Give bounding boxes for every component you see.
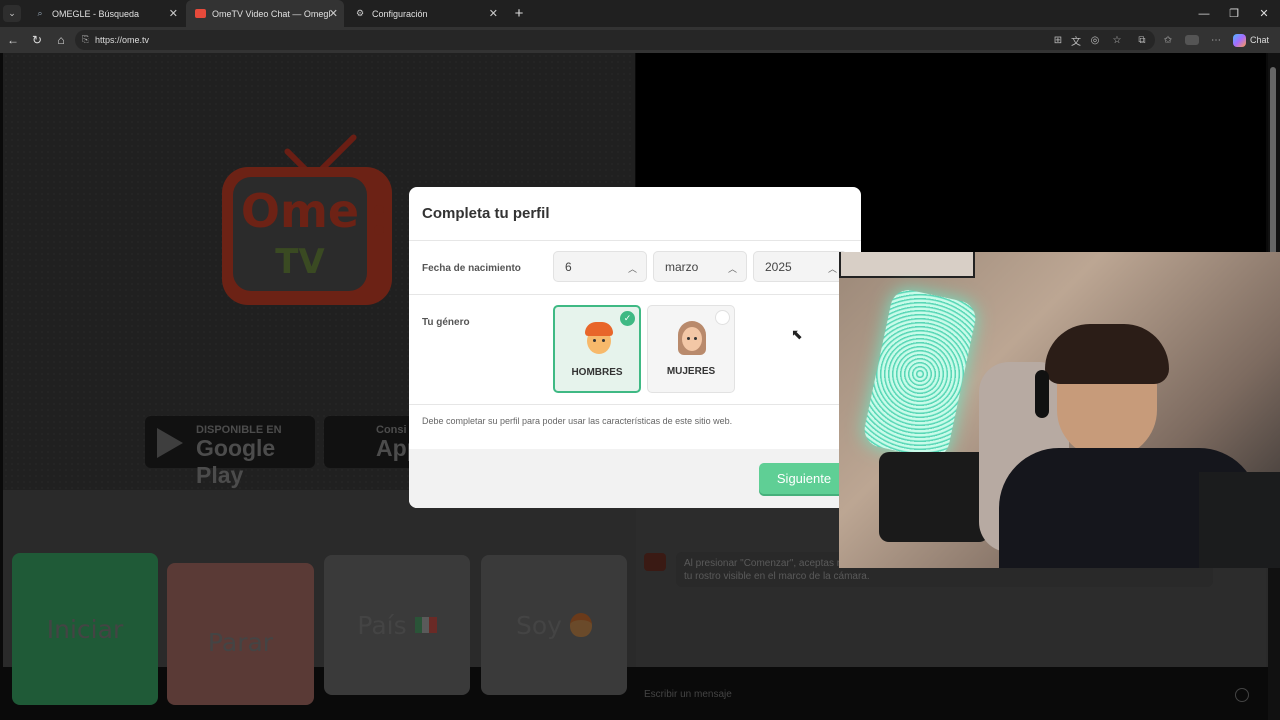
copilot-label: Chat	[1250, 35, 1270, 45]
app-store-badge[interactable]: Consi App	[324, 416, 421, 468]
stop-button[interactable]: Parar	[167, 563, 314, 705]
close-icon[interactable]: ✕	[169, 7, 178, 20]
birthdate-label: Fecha de nacimiento	[422, 263, 521, 274]
next-button[interactable]: Siguiente	[759, 463, 849, 494]
country-button[interactable]: País	[324, 555, 470, 695]
i-am-button[interactable]: Soy	[481, 555, 627, 695]
boy-icon	[569, 613, 592, 637]
boy-avatar-icon	[585, 322, 613, 356]
favorites-icon[interactable]: ✩	[1161, 33, 1175, 47]
modal-title: Completa tu perfil	[422, 205, 550, 222]
headphones	[1035, 370, 1049, 418]
close-window-button[interactable]: ✕	[1248, 0, 1280, 27]
gender-female-label: MUJERES	[666, 366, 716, 377]
profile-modal: Completa tu perfil Fecha de nacimiento 6…	[409, 187, 861, 508]
girl-avatar-icon	[678, 321, 706, 355]
tab-ometv[interactable]: OmeTV Video Chat — Omegle Ra ✕	[186, 0, 344, 27]
search-icon: ⌕	[37, 8, 43, 18]
copilot-chat-button[interactable]: Chat	[1233, 32, 1269, 48]
browser-tab-bar: ⌄ ⌕ OMEGLE - Búsqueda ✕ OmeTV Video Chat…	[0, 0, 1280, 27]
minimize-button[interactable]: —	[1188, 0, 1220, 27]
more-menu-icon[interactable]: ⋯	[1209, 33, 1223, 47]
gender-male-option[interactable]: HOMBRES ✓	[553, 305, 641, 393]
tv-knob	[374, 225, 384, 235]
url-text: https://ome.tv	[95, 35, 150, 45]
mic-stand	[879, 452, 989, 542]
tab-title: OmeTV Video Chat — Omegle Ra	[212, 8, 330, 19]
ometv-avatar	[644, 553, 666, 571]
google-play-badge[interactable]: DISPONIBLE EN Google Play	[145, 416, 315, 488]
microphone-light	[861, 286, 979, 462]
back-icon[interactable]: ←	[4, 31, 22, 49]
scrollbar-thumb[interactable]	[1270, 67, 1276, 257]
start-button[interactable]: Iniciar	[12, 553, 158, 705]
radio-unchecked-icon	[715, 310, 730, 325]
extensions-icon[interactable]: ⧉	[1135, 33, 1149, 47]
gear-icon: ⚙	[355, 8, 365, 18]
restore-button[interactable]: ❐	[1218, 0, 1250, 27]
wall-frame	[839, 252, 975, 278]
gender-label: Tu género	[422, 317, 470, 328]
stop-label: Parar	[207, 627, 274, 657]
site-info-icon[interactable]: ⎘	[82, 34, 89, 45]
app-available-icon[interactable]: ⊞	[1051, 33, 1065, 47]
refresh-icon[interactable]: ↻	[28, 31, 46, 49]
url-field[interactable]: ⎘ https://ome.tv	[75, 30, 1155, 50]
gender-female-option[interactable]: MUJERES	[647, 305, 735, 393]
copilot-icon	[1233, 33, 1246, 47]
tab-actions-button[interactable]: ⌄	[3, 5, 21, 22]
new-tab-button[interactable]: +	[510, 4, 528, 22]
chat-message-line2: tu rostro visible en el marco de la cáma…	[684, 571, 870, 582]
start-label: Iniciar	[46, 614, 124, 644]
profile-avatar[interactable]	[1185, 33, 1199, 47]
mexico-flag-icon	[414, 617, 437, 633]
gender-male-label: HOMBRES	[571, 367, 623, 378]
reader-icon[interactable]: ◎	[1088, 33, 1102, 47]
logo-text-ome: Ome	[240, 184, 360, 238]
profile-note: Debe completar su perfil para poder usar…	[422, 416, 733, 426]
month-value: marzo	[665, 259, 699, 274]
day-value: 6	[565, 259, 572, 274]
i-am-label: Soy	[516, 610, 562, 640]
emoji-icon[interactable]	[1235, 688, 1249, 702]
tv-knob	[374, 205, 384, 215]
day-select[interactable]: 6 ︿	[553, 251, 647, 282]
dark-corner	[1199, 472, 1280, 568]
chevron-up-icon: ︿	[727, 264, 737, 274]
year-value: 2025	[765, 259, 792, 274]
webcam-overlay	[839, 252, 1280, 568]
chevron-up-icon: ︿	[627, 264, 637, 274]
divider	[409, 404, 861, 405]
translate-icon[interactable]: 文	[1069, 33, 1083, 48]
month-select[interactable]: marzo ︿	[653, 251, 747, 282]
tab-title: OMEGLE - Búsqueda	[52, 8, 140, 19]
chevron-up-icon: ︿	[827, 264, 837, 274]
google-play-icon	[157, 428, 183, 458]
mouse-cursor-icon: ⬉	[791, 326, 803, 342]
ometv-icon	[194, 8, 206, 20]
close-icon[interactable]: ✕	[329, 7, 338, 20]
chat-input[interactable]: Escribir un mensaje	[644, 689, 732, 700]
favorite-star-icon[interactable]: ☆	[1110, 33, 1124, 47]
divider	[409, 294, 861, 295]
checkmark-icon: ✓	[620, 311, 635, 326]
logo-text-tv: TV	[275, 242, 325, 282]
tab-omegle-search[interactable]: ⌕ OMEGLE - Búsqueda ✕	[26, 0, 184, 27]
country-label: País	[357, 610, 407, 640]
google-play-big: Google Play	[196, 435, 276, 488]
year-select[interactable]: 2025 ︿	[753, 251, 847, 282]
close-icon[interactable]: ✕	[489, 7, 498, 20]
tab-settings[interactable]: ⚙ Configuración ✕	[346, 0, 504, 27]
person-hair	[1045, 324, 1169, 384]
divider	[409, 240, 861, 241]
home-icon[interactable]: ⌂	[52, 31, 70, 49]
tab-title: Configuración	[372, 8, 428, 19]
